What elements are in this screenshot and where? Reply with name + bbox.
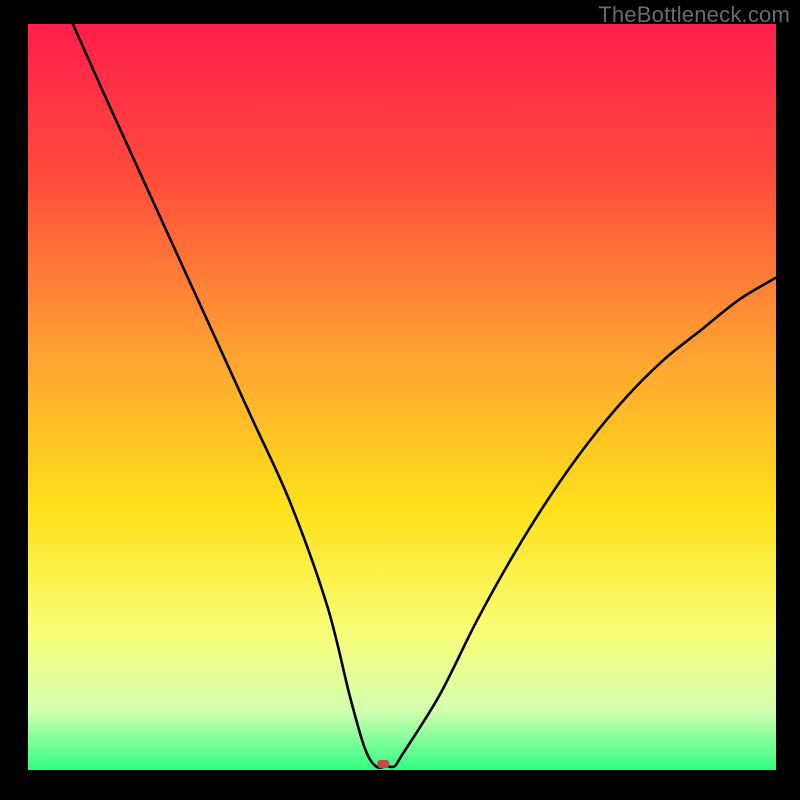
plot-svg xyxy=(28,24,776,770)
chart-frame: TheBottleneck.com xyxy=(0,0,800,800)
minimum-marker xyxy=(377,760,389,768)
gradient-background xyxy=(28,24,776,770)
plot-area xyxy=(28,24,776,770)
